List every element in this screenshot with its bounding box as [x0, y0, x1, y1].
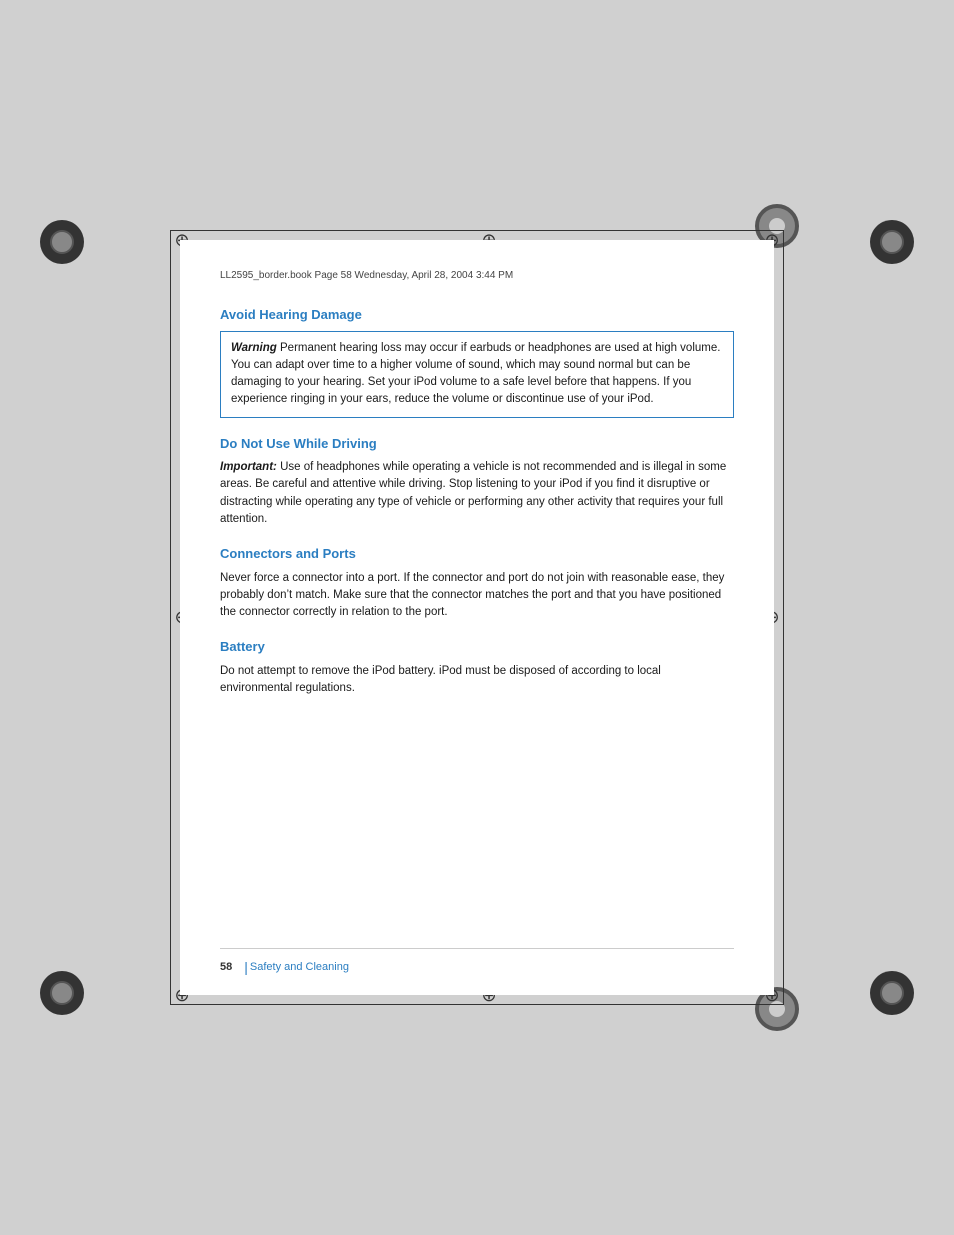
warning-text: Permanent hearing loss may occur if earb…	[231, 342, 720, 406]
page-container: LL2595_border.book Page 58 Wednesday, Ap…	[0, 0, 954, 1235]
section-body-connectors: Never force a connector into a port. If …	[220, 570, 734, 622]
section-body-driving: Important: Use of headphones while opera…	[220, 459, 734, 528]
page-inner: LL2595_border.book Page 58 Wednesday, Ap…	[180, 240, 774, 995]
page-number: 58	[220, 961, 232, 973]
section-title-connectors: Connectors and Ports	[220, 544, 734, 564]
warning-box: Warning Permanent hearing loss may occur…	[220, 331, 734, 418]
driving-text: Use of headphones while operating a vehi…	[220, 461, 726, 525]
file-bar: LL2595_border.book Page 58 Wednesday, Ap…	[220, 270, 734, 285]
reg-mark-bottom-left	[40, 971, 84, 1015]
section-body-battery: Do not attempt to remove the iPod batter…	[220, 663, 734, 698]
footer-section: Safety and Cleaning	[250, 961, 349, 973]
warning-label: Warning	[231, 342, 277, 354]
section-title-avoid-hearing: Avoid Hearing Damage	[220, 305, 734, 325]
content-area: Avoid Hearing Damage Warning Permanent h…	[220, 305, 734, 948]
section-title-battery: Battery	[220, 637, 734, 657]
page-footer: 58 | Safety and Cleaning	[220, 948, 734, 975]
reg-mark-bottom-right	[870, 971, 914, 1015]
reg-mark-top-right	[870, 220, 914, 264]
important-label: Important:	[220, 461, 277, 473]
footer-separator: |	[244, 959, 248, 975]
reg-mark-top-left	[40, 220, 84, 264]
section-title-driving: Do Not Use While Driving	[220, 434, 734, 454]
